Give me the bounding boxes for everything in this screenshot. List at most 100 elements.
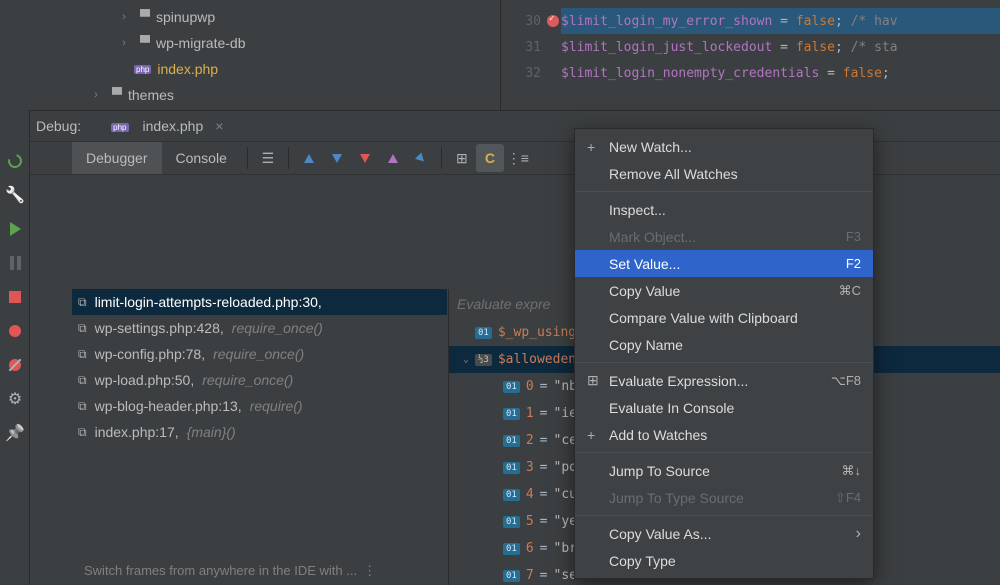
php-icon: php <box>134 65 151 74</box>
frames-list: ⧉limit-login-attempts-reloaded.php:30,⧉w… <box>72 289 447 547</box>
menu-item[interactable]: ⊞Evaluate Expression...⌥F8 <box>575 367 873 394</box>
variable-name: 0 <box>526 379 534 394</box>
tree-label: themes <box>128 87 174 103</box>
settings-button[interactable] <box>0 382 30 416</box>
menu-item[interactable]: Copy Name <box>575 331 873 358</box>
variable-name: $allowedent <box>498 352 584 367</box>
menu-label: Copy Type <box>609 553 861 569</box>
trace-button[interactable]: C <box>476 144 504 172</box>
frame-call: require() <box>250 398 303 414</box>
menu-item[interactable]: Remove All Watches <box>575 160 873 187</box>
menu-label: New Watch... <box>609 139 861 155</box>
menu-item: Jump To Type Source⇧F4 <box>575 484 873 511</box>
tree-item[interactable]: ›▝▘spinupwp <box>30 4 500 30</box>
stack-frame[interactable]: ⧉limit-login-attempts-reloaded.php:30, <box>72 289 447 315</box>
menu-item[interactable]: Jump To Source⌘↓ <box>575 457 873 484</box>
menu-item[interactable]: Copy Type <box>575 547 873 574</box>
more-button[interactable]: ⋮≡ <box>504 144 532 172</box>
frame-file: wp-settings.php:428, <box>95 320 224 336</box>
context-menu: +New Watch... Remove All Watches Inspect..… <box>574 128 874 579</box>
menu-divider <box>575 452 873 453</box>
layout-button[interactable]: ☰ <box>254 144 282 172</box>
step-into-button[interactable] <box>323 144 351 172</box>
menu-item[interactable]: +Add to Watches <box>575 421 873 448</box>
debug-label: Debug: <box>36 118 81 134</box>
menu-item[interactable]: Inspect... <box>575 196 873 223</box>
code-line[interactable]: $limit_login_just_lockedout = false; /* … <box>561 34 1000 60</box>
stack-frame[interactable]: ⧉wp-settings.php:428, require_once() <box>72 315 447 341</box>
menu-item[interactable]: Copy Value As... <box>575 520 873 547</box>
menu-item[interactable]: +New Watch... <box>575 133 873 160</box>
evaluate-button[interactable]: ⊞ <box>448 144 476 172</box>
frame-call: require_once() <box>232 320 323 336</box>
stop-button[interactable] <box>0 280 30 314</box>
variable-name: 6 <box>526 541 534 556</box>
stack-frame[interactable]: ⧉index.php:17, {main}() <box>72 419 447 445</box>
breakpoint-icon[interactable] <box>547 15 559 27</box>
stack-frame[interactable]: ⧉wp-load.php:50, require_once() <box>72 367 447 393</box>
menu-label: Mark Object... <box>609 229 846 245</box>
folder-icon: ▝▘ <box>134 35 156 51</box>
expander-icon[interactable]: › <box>114 11 134 23</box>
force-step-button[interactable] <box>351 144 379 172</box>
tree-item[interactable]: ›▝▘themes <box>30 82 500 108</box>
expander-icon[interactable]: › <box>114 37 134 49</box>
stack-frame[interactable]: ⧉wp-blog-header.php:13, require() <box>72 393 447 419</box>
menu-label: Copy Value As... <box>609 526 856 542</box>
expander-icon[interactable]: ⌄ <box>457 354 475 365</box>
resume-button[interactable] <box>0 212 30 246</box>
mute-breakpoints-button[interactable] <box>0 348 30 382</box>
type-icon: ½3 <box>475 354 492 366</box>
debug-file[interactable]: index.php <box>143 118 204 134</box>
tree-item[interactable]: phpindex.php <box>30 56 500 82</box>
menu-label: Inspect... <box>609 202 861 218</box>
menu-label: Evaluate Expression... <box>609 373 831 389</box>
type-icon: 01 <box>503 408 520 420</box>
menu-shortcut: F2 <box>846 256 861 271</box>
frame-icon: ⧉ <box>78 373 87 388</box>
expander-icon[interactable]: › <box>86 89 106 101</box>
frame-file: wp-blog-header.php:13, <box>95 398 242 414</box>
tree-item[interactable]: ›▝▘wp-migrate-db <box>30 30 500 56</box>
equals: = <box>534 487 554 502</box>
variable-name: 1 <box>526 406 534 421</box>
menu-shortcut: ⌥F8 <box>831 373 861 389</box>
debug-tab[interactable]: Debugger <box>72 142 162 174</box>
pin-button[interactable] <box>0 416 30 450</box>
frame-call: require_once() <box>213 346 304 362</box>
gutter-line[interactable]: 31 <box>501 34 561 60</box>
code-line[interactable]: $limit_login_nonempty_credentials = fals… <box>561 60 1000 86</box>
step-over-button[interactable] <box>295 144 323 172</box>
variable-name: 2 <box>526 433 534 448</box>
menu-label: Set Value... <box>609 256 846 272</box>
step-out-button[interactable] <box>379 144 407 172</box>
breakpoints-button[interactable] <box>0 314 30 348</box>
menu-item: Mark Object...F3 <box>575 223 873 250</box>
run-to-cursor-button[interactable] <box>407 144 435 172</box>
rerun-button[interactable] <box>0 144 30 178</box>
pause-button[interactable] <box>0 246 30 280</box>
menu-item[interactable]: Compare Value with Clipboard <box>575 304 873 331</box>
close-icon[interactable]: × <box>215 118 223 134</box>
wrench-button[interactable] <box>0 178 30 212</box>
menu-item[interactable]: Set Value...F2 <box>575 250 873 277</box>
code-line[interactable]: $limit_login_my_error_shown = false; /* … <box>561 8 1000 34</box>
menu-label: Jump To Type Source <box>609 490 835 506</box>
menu-label: Remove All Watches <box>609 166 861 182</box>
gutter-line[interactable]: 32 <box>501 60 561 86</box>
type-icon: 01 <box>503 516 520 528</box>
equals: = <box>534 568 554 583</box>
menu-shortcut: ⇧F4 <box>835 490 861 506</box>
menu-label: Compare Value with Clipboard <box>609 310 861 326</box>
type-icon: 01 <box>503 543 520 555</box>
menu-label: Copy Value <box>609 283 839 299</box>
variable-name: $_wp_using <box>498 325 576 340</box>
gutter-line[interactable]: 30 <box>501 8 561 34</box>
menu-item[interactable]: Evaluate In Console <box>575 394 873 421</box>
equals: = <box>534 433 554 448</box>
menu-item[interactable]: Copy Value⌘C <box>575 277 873 304</box>
debug-side-toolbar <box>0 110 30 585</box>
submenu-icon <box>856 525 861 543</box>
debug-tab[interactable]: Console <box>162 142 241 174</box>
stack-frame[interactable]: ⧉wp-config.php:78, require_once() <box>72 341 447 367</box>
